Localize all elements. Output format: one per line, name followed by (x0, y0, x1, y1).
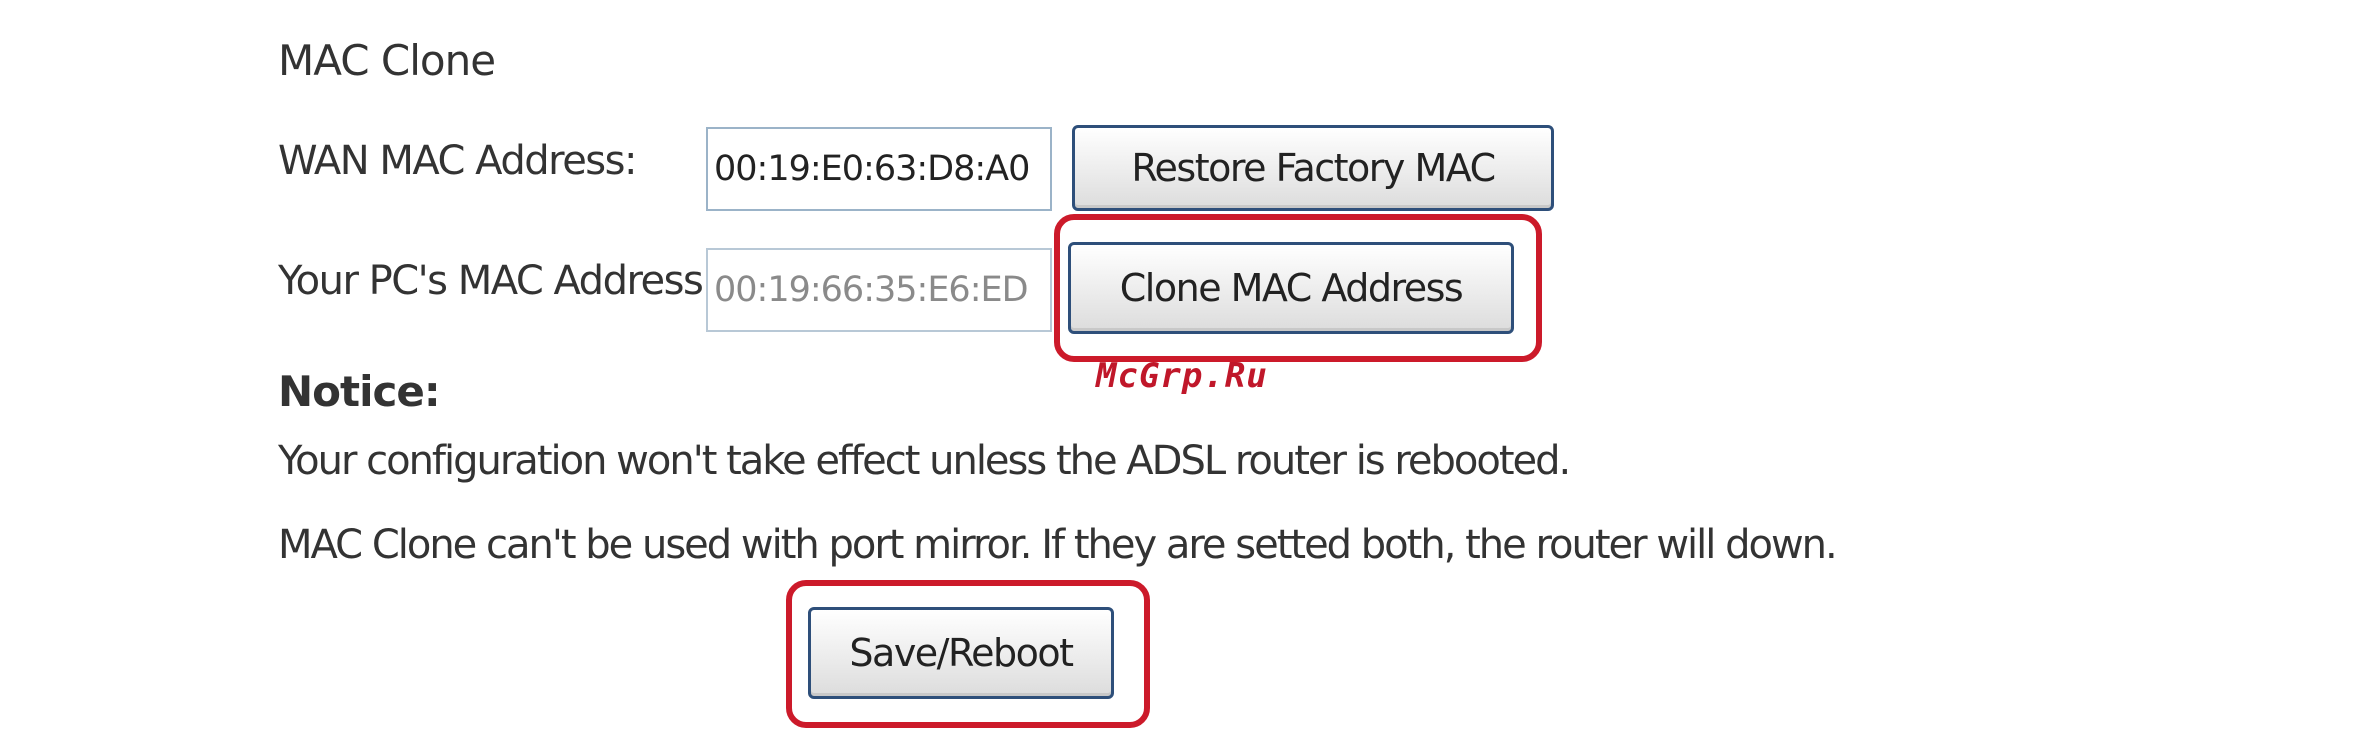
clone-mac-address-button[interactable]: Clone MAC Address (1068, 242, 1514, 334)
notice-line-port-mirror: MAC Clone can't be used with port mirror… (278, 522, 1838, 568)
restore-factory-mac-button[interactable]: Restore Factory MAC (1072, 125, 1554, 211)
notice-title: Notice: (278, 367, 441, 416)
pc-mac-label: Your PC's MAC Address: (278, 258, 716, 304)
wan-mac-label: WAN MAC Address: (278, 138, 637, 184)
save-reboot-button[interactable]: Save/Reboot (808, 607, 1114, 699)
notice-line-reboot: Your configuration won't take effect unl… (278, 438, 1571, 484)
section-title: MAC Clone (278, 36, 496, 85)
watermark-text: McGrp.Ru (1096, 356, 1268, 396)
wan-mac-input[interactable] (706, 127, 1052, 211)
pc-mac-input (706, 248, 1052, 332)
